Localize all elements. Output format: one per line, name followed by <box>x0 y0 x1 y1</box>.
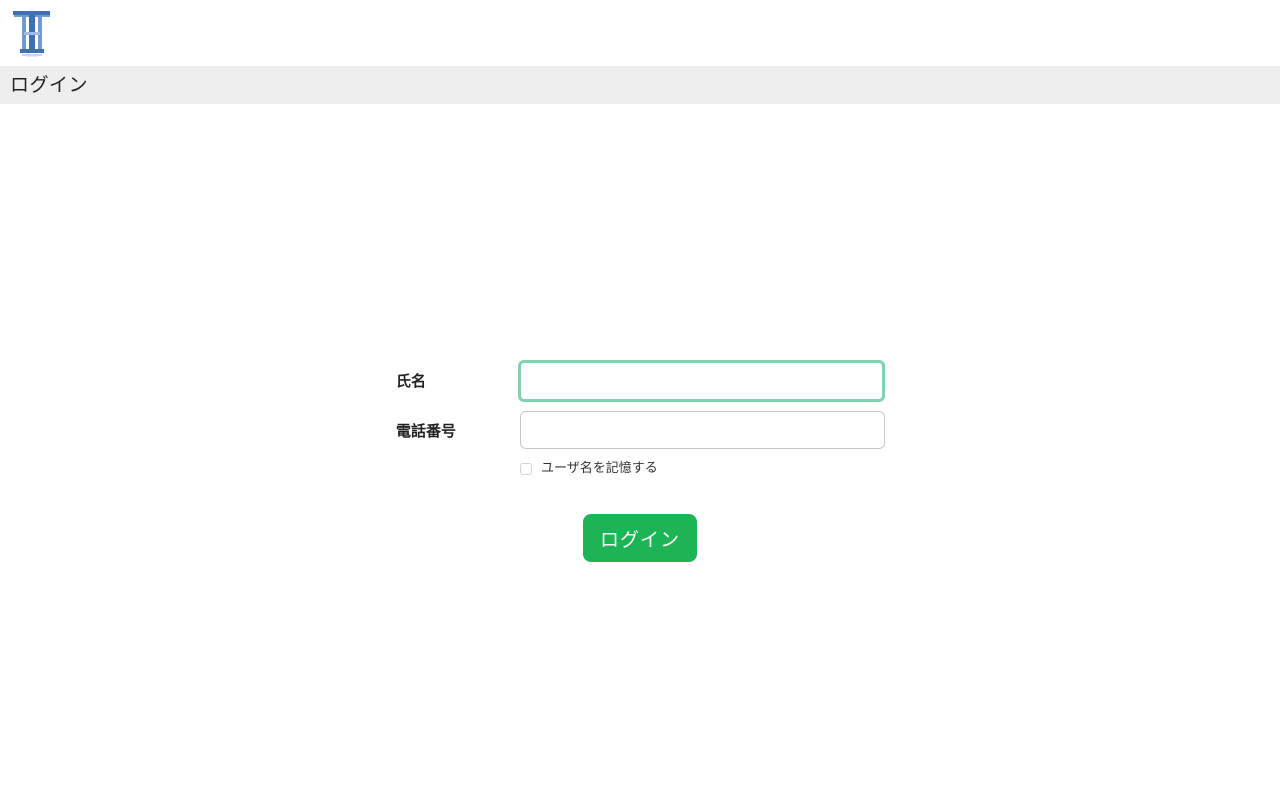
name-row: 氏名 <box>396 360 886 402</box>
phone-label: 電話番号 <box>396 422 457 440</box>
remember-username: ユーザ名を記憶する <box>520 460 820 478</box>
login-form: 氏名 電話番号 ユーザ名を記憶する ログイン <box>396 360 886 581</box>
login-button[interactable]: ログイン <box>583 514 697 562</box>
remember-label[interactable]: ユーザ名を記憶する <box>541 460 658 478</box>
page-title: ログイン <box>10 74 89 96</box>
remember-checkbox[interactable] <box>520 463 532 475</box>
name-label: 氏名 <box>396 372 427 390</box>
tt-logo-icon[interactable] <box>12 10 52 58</box>
page-title-bar: ログイン <box>0 66 1280 104</box>
phone-row: 電話番号 <box>396 411 886 451</box>
phone-input[interactable] <box>520 411 885 449</box>
header <box>0 0 1280 66</box>
name-input[interactable] <box>518 360 885 402</box>
